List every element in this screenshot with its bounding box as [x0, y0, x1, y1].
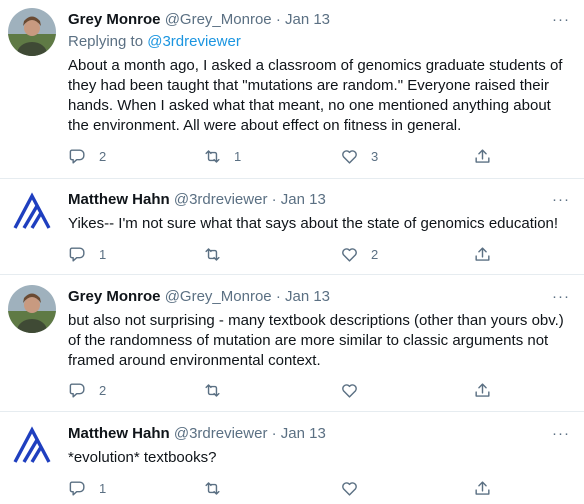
like-icon [342, 383, 357, 398]
display-name[interactable]: Grey Monroe [68, 288, 161, 305]
like-button[interactable] [340, 380, 371, 400]
user-handle[interactable]: @3rdreviewer [174, 191, 268, 208]
like-icon [342, 149, 357, 164]
more-icon[interactable]: ··· [552, 192, 570, 207]
reply-button[interactable]: 1 [68, 244, 106, 264]
reply-icon [69, 148, 85, 164]
logo-avatar-icon [8, 188, 56, 236]
tweet-header: Grey Monroe @Grey_Monroe · Jan 13 [68, 10, 572, 30]
retweet-icon [205, 149, 220, 163]
reply-count: 2 [99, 148, 107, 164]
share-button[interactable] [473, 146, 492, 166]
separator: · [271, 191, 277, 208]
tweet-date[interactable]: Jan 13 [281, 191, 326, 208]
like-count: 3 [371, 148, 379, 164]
avatar-photo [8, 285, 56, 333]
reply-button[interactable]: 2 [68, 380, 106, 400]
tweet-header: Matthew Hahn @3rdreviewer · Jan 13 [68, 190, 572, 210]
like-button[interactable] [340, 478, 371, 498]
display-name[interactable]: Matthew Hahn [68, 425, 170, 442]
share-button[interactable] [473, 244, 492, 264]
retweet-button[interactable] [203, 380, 234, 400]
tweet-text: About a month ago, I asked a classroom o… [68, 57, 563, 134]
reply-icon [69, 246, 85, 262]
more-icon[interactable]: ··· [552, 289, 570, 304]
separator: · [275, 288, 281, 305]
share-icon [475, 148, 490, 163]
tweet[interactable]: Grey Monroe @Grey_Monroe · Jan 13 Replyi… [0, 0, 584, 178]
logo-avatar-icon [8, 422, 56, 470]
display-name[interactable]: Grey Monroe [68, 11, 161, 28]
user-handle[interactable]: @Grey_Monroe [165, 288, 272, 305]
replying-to-prefix: Replying to [68, 33, 148, 50]
retweet-count: 1 [234, 148, 242, 164]
share-icon [475, 246, 490, 261]
like-button[interactable]: 3 [340, 146, 378, 166]
reply-icon [69, 480, 85, 496]
tweet-text: but also not surprising - many textbook … [68, 312, 564, 369]
retweet-button[interactable]: 1 [203, 146, 241, 166]
tweet-header: Matthew Hahn @3rdreviewer · Jan 13 [68, 424, 572, 444]
tweet-date[interactable]: Jan 13 [285, 288, 330, 305]
separator: · [271, 425, 277, 442]
tweet-actions: 2 [68, 380, 498, 400]
more-icon[interactable]: ··· [552, 12, 570, 27]
more-icon[interactable]: ··· [552, 426, 570, 441]
like-icon [342, 481, 357, 496]
reply-icon [69, 382, 85, 398]
share-icon [475, 382, 490, 397]
tweet-thread: Grey Monroe @Grey_Monroe · Jan 13 Replyi… [0, 0, 584, 504]
reply-button[interactable]: 2 [68, 146, 106, 166]
retweet-icon [205, 247, 220, 261]
retweet-icon [205, 383, 220, 397]
avatar[interactable] [8, 285, 56, 333]
share-button[interactable] [473, 380, 492, 400]
tweet[interactable]: Matthew Hahn @3rdreviewer · Jan 13 Yikes… [0, 179, 584, 274]
avatar[interactable] [8, 188, 56, 236]
tweet-text: *evolution* textbooks? [68, 449, 217, 466]
display-name[interactable]: Matthew Hahn [68, 191, 170, 208]
separator: · [275, 11, 281, 28]
tweet[interactable]: Grey Monroe @Grey_Monroe · Jan 13 but al… [0, 275, 584, 411]
share-icon [475, 480, 490, 495]
retweet-icon [205, 481, 220, 495]
like-icon [342, 247, 357, 262]
user-handle[interactable]: @Grey_Monroe [165, 11, 272, 28]
like-button[interactable]: 2 [340, 244, 378, 264]
tweet-header: Grey Monroe @Grey_Monroe · Jan 13 [68, 287, 572, 307]
avatar-photo [8, 8, 56, 56]
share-button[interactable] [473, 478, 492, 498]
tweet-date[interactable]: Jan 13 [281, 425, 326, 442]
avatar[interactable] [8, 8, 56, 56]
replying-to: Replying to @3rdreviewer [68, 32, 572, 52]
tweet-text: Yikes-- I'm not sure what that says abou… [68, 215, 559, 232]
reply-count: 1 [99, 480, 107, 496]
tweet-actions: 2 1 3 [68, 146, 498, 166]
tweet-date[interactable]: Jan 13 [285, 11, 330, 28]
tweet[interactable]: Matthew Hahn @3rdreviewer · Jan 13 *evol… [0, 412, 584, 504]
user-handle[interactable]: @3rdreviewer [174, 425, 268, 442]
tweet-actions: 1 [68, 478, 498, 498]
tweet-actions: 1 2 [68, 244, 498, 264]
reply-count: 1 [99, 246, 107, 262]
reply-count: 2 [99, 382, 107, 398]
retweet-button[interactable] [203, 244, 234, 264]
replying-to-link[interactable]: @3rdreviewer [147, 33, 241, 50]
avatar[interactable] [8, 422, 56, 470]
retweet-button[interactable] [203, 478, 234, 498]
like-count: 2 [371, 246, 379, 262]
reply-button[interactable]: 1 [68, 478, 106, 498]
